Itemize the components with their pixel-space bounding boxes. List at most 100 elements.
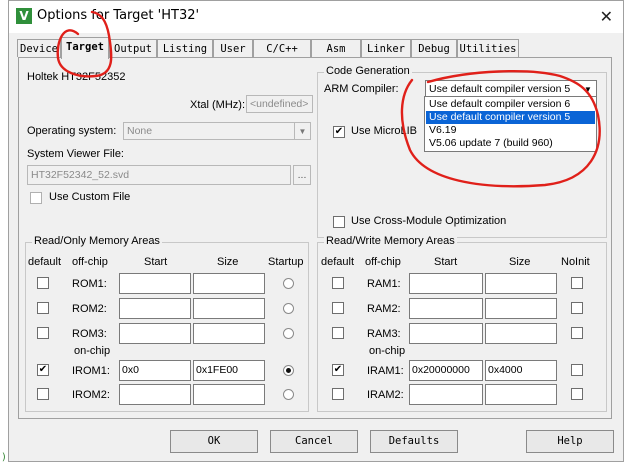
iram1-label: IRAM1: — [367, 365, 404, 377]
irom2-start-input[interactable] — [119, 384, 191, 405]
iram1-start-input[interactable]: 0x20000000 — [409, 360, 483, 381]
editor-fragment: ) — [1, 452, 8, 463]
irom2-default-checkbox[interactable] — [37, 388, 49, 400]
tab-output[interactable]: Output — [109, 39, 157, 57]
compiler-option-v5-06[interactable]: V5.06 update 7 (build 960) — [426, 137, 595, 150]
close-icon[interactable]: ✕ — [600, 7, 613, 26]
rom3-start-input[interactable] — [119, 323, 191, 344]
tab-listing[interactable]: Listing — [157, 39, 213, 57]
rom2-size-input[interactable] — [193, 298, 265, 319]
ram1-size-input[interactable] — [485, 273, 557, 294]
rw-header-start: Start — [434, 256, 458, 268]
svd-browse-button[interactable]: ... — [293, 165, 311, 185]
compiler-option-v5-default[interactable]: Use default compiler version 5 — [426, 111, 595, 124]
ram3-noinit-checkbox[interactable] — [571, 327, 583, 339]
iram2-noinit-checkbox[interactable] — [571, 388, 583, 400]
rw-header-offchip: off-chip — [365, 256, 401, 268]
ro-header-size: Size — [217, 256, 239, 268]
os-label: Operating system: — [27, 125, 117, 137]
rw-memory-title: Read/Write Memory Areas — [324, 235, 457, 247]
iram1-noinit-checkbox[interactable] — [571, 364, 583, 376]
rom2-start-input[interactable] — [119, 298, 191, 319]
arm-compiler-dropdown-list: Use default compiler version 6 Use defau… — [424, 96, 597, 152]
microlib-checkbox[interactable]: ✔ — [333, 126, 345, 138]
rw-onchip-label: on-chip — [369, 345, 406, 357]
rom1-startup-radio[interactable] — [283, 278, 294, 289]
ok-button[interactable]: OK — [170, 430, 258, 453]
svd-input[interactable]: HT32F52342_52.svd — [27, 165, 291, 185]
xtal-label: Xtal (MHz): — [190, 99, 245, 111]
iram2-size-input[interactable] — [485, 384, 557, 405]
tab-target[interactable]: Target — [61, 37, 109, 59]
ram1-label: RAM1: — [367, 278, 401, 290]
rom1-size-input[interactable] — [193, 273, 265, 294]
custom-file-checkbox[interactable] — [30, 192, 42, 204]
tab-debug[interactable]: Debug — [411, 39, 457, 57]
dialog-title: Options for Target 'HT32' — [37, 8, 200, 23]
rom2-startup-radio[interactable] — [283, 303, 294, 314]
ro-header-start: Start — [144, 256, 168, 268]
irom1-size-input[interactable]: 0x1FE00 — [193, 360, 265, 381]
rom1-default-checkbox[interactable] — [37, 277, 49, 289]
xtal-input[interactable]: <undefined> — [246, 95, 313, 113]
rom3-label: ROM3: — [72, 328, 107, 340]
cross-module-label: Use Cross-Module Optimization — [351, 215, 507, 227]
tab-user[interactable]: User — [213, 39, 253, 57]
rom1-start-input[interactable] — [119, 273, 191, 294]
irom1-default-checkbox[interactable]: ✔ — [37, 364, 49, 376]
ram1-default-checkbox[interactable] — [332, 277, 344, 289]
ram3-default-checkbox[interactable] — [332, 327, 344, 339]
help-button[interactable]: Help — [526, 430, 614, 453]
microlib-label: Use MicroLIB — [351, 125, 418, 137]
arm-compiler-label: ARM Compiler: — [324, 83, 399, 95]
tab-linker[interactable]: Linker — [361, 39, 411, 57]
keil-app-icon: V — [16, 8, 32, 24]
chevron-down-icon: ▼ — [294, 123, 310, 139]
ro-header-startup: Startup — [268, 256, 304, 268]
irom2-size-input[interactable] — [193, 384, 265, 405]
irom2-startup-radio[interactable] — [283, 389, 294, 400]
tab-asm[interactable]: Asm — [311, 39, 361, 57]
rom1-label: ROM1: — [72, 278, 107, 290]
compiler-option-v6-default[interactable]: Use default compiler version 6 — [426, 98, 595, 111]
compiler-option-v6-19[interactable]: V6.19 — [426, 124, 595, 137]
ram2-size-input[interactable] — [485, 298, 557, 319]
irom1-startup-radio[interactable] — [283, 365, 294, 376]
ram3-start-input[interactable] — [409, 323, 483, 344]
ram2-start-input[interactable] — [409, 298, 483, 319]
iram2-start-input[interactable] — [409, 384, 483, 405]
chevron-down-icon[interactable]: ▼ — [580, 81, 596, 97]
ram1-noinit-checkbox[interactable] — [571, 277, 583, 289]
iram2-default-checkbox[interactable] — [332, 388, 344, 400]
ram3-label: RAM3: — [367, 328, 401, 340]
irom1-label: IROM1: — [72, 365, 110, 377]
rw-header-default: default — [321, 256, 355, 268]
ro-memory-title: Read/Only Memory Areas — [32, 235, 162, 247]
ram3-size-input[interactable] — [485, 323, 557, 344]
arm-compiler-value: Use default compiler version 5 — [429, 83, 571, 95]
tab-device[interactable]: Device — [17, 39, 61, 57]
custom-file-label: Use Custom File — [49, 191, 131, 203]
rom3-size-input[interactable] — [193, 323, 265, 344]
ram2-default-checkbox[interactable] — [332, 302, 344, 314]
os-select[interactable]: None ▼ — [123, 122, 311, 140]
iram1-size-input[interactable]: 0x4000 — [485, 360, 557, 381]
ro-header-default: default — [28, 256, 62, 268]
ram2-noinit-checkbox[interactable] — [571, 302, 583, 314]
tab-cpp[interactable]: C/C++ — [253, 39, 311, 57]
irom2-label: IROM2: — [72, 389, 110, 401]
rw-header-noinit: NoInit — [561, 256, 590, 268]
ram1-start-input[interactable] — [409, 273, 483, 294]
iram1-default-checkbox[interactable]: ✔ — [332, 364, 344, 376]
tab-utilities[interactable]: Utilities — [457, 39, 519, 57]
irom1-start-input[interactable]: 0x0 — [119, 360, 191, 381]
rom3-default-checkbox[interactable] — [37, 327, 49, 339]
defaults-button[interactable]: Defaults — [370, 430, 458, 453]
iram2-label: IRAM2: — [367, 389, 404, 401]
rom2-default-checkbox[interactable] — [37, 302, 49, 314]
cross-module-checkbox[interactable] — [333, 216, 345, 228]
cancel-button[interactable]: Cancel — [270, 430, 358, 453]
rom3-startup-radio[interactable] — [283, 328, 294, 339]
rom2-label: ROM2: — [72, 303, 107, 315]
ram2-label: RAM2: — [367, 303, 401, 315]
